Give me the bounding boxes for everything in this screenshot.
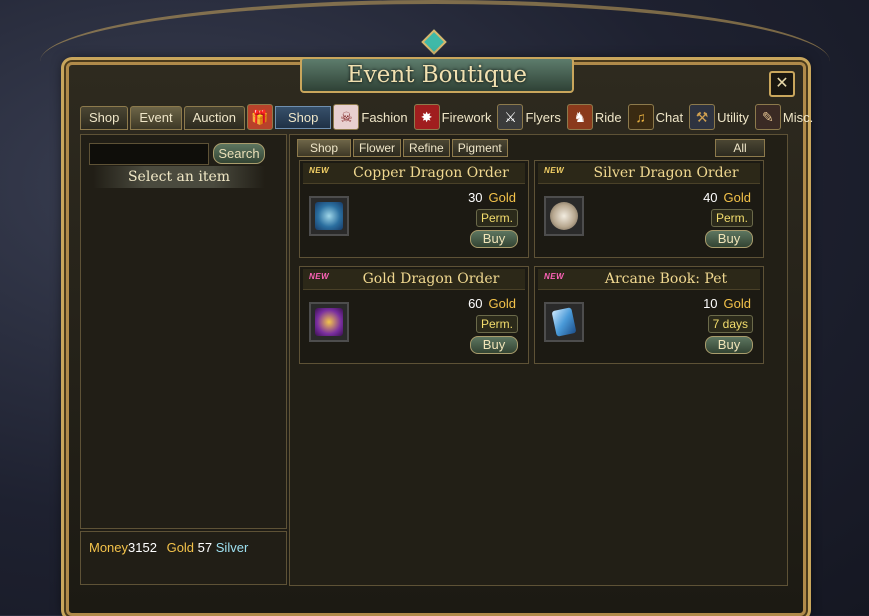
duration-badge: 7 days (707, 315, 753, 333)
new-badge: NEW (309, 166, 330, 175)
item-panel: Shop Flower Refine Pigment All NEW Coppe… (289, 134, 788, 586)
item-price: 40 Gold (703, 190, 751, 205)
item-card-arcane-book-pet: NEW Arcane Book: Pet 10 Gold 7 days Buy (534, 266, 764, 364)
category-tab-fashion[interactable]: ☠ Fashion (333, 104, 411, 130)
duration-badge: Perm. (475, 315, 518, 333)
horn-icon: ♫ (627, 104, 654, 130)
close-button[interactable]: ✕ (769, 71, 795, 97)
tab-shop[interactable]: Shop (80, 106, 129, 130)
money-prefix: Money (89, 540, 129, 555)
sword-flyer-icon: ⚔ (497, 104, 524, 130)
price-currency: Gold (723, 296, 751, 311)
item-name: Silver Dragon Order (593, 165, 739, 181)
price-amount: 60 (468, 296, 483, 311)
new-badge: NEW (544, 166, 565, 175)
filter-all-button[interactable]: All (715, 139, 765, 157)
price-currency: Gold (488, 296, 516, 311)
search-button[interactable]: Search (213, 143, 265, 164)
category-tab-label: Utility (717, 109, 749, 125)
buy-button[interactable]: Buy (705, 336, 753, 354)
category-tab-label: Ride (594, 109, 622, 125)
tools-icon: ⚒ (689, 104, 716, 130)
item-card-header: NEW Arcane Book: Pet (538, 269, 760, 290)
search-input[interactable] (89, 143, 209, 165)
category-tab-label: Fashion (361, 109, 408, 125)
buy-button[interactable]: Buy (705, 230, 753, 248)
duration-badge: Perm. (475, 209, 518, 227)
category-tab-misc[interactable]: ✎ Misc. (754, 104, 817, 130)
silver-amount: 57 (197, 540, 213, 555)
silver-label: Silver (215, 540, 249, 555)
sub-tab-bar: Shop Flower Refine Pigment (297, 139, 508, 157)
duration-badge: Perm. (710, 209, 753, 227)
money-panel: Money3152 Gold 57 Silver (80, 531, 287, 585)
gold-label: Gold (166, 540, 195, 555)
category-tab-label: Flyers (525, 109, 561, 125)
category-tab-utility[interactable]: ⚒ Utility (689, 104, 753, 130)
item-name: Copper Dragon Order (353, 165, 509, 181)
skull-costume-icon: ☠ (333, 104, 360, 130)
category-tab-chat[interactable]: ♫ Chat (627, 104, 687, 130)
price-amount: 30 (468, 190, 483, 205)
tab-auction[interactable]: Auction (183, 106, 245, 130)
price-amount: 40 (703, 190, 718, 205)
horse-icon: ♞ (566, 104, 593, 130)
new-badge: NEW (309, 272, 330, 281)
tab-bar: Shop Event Auction 🎁 Shop ☠ Fashion ✸ Fi… (80, 104, 817, 130)
category-tab-shop[interactable]: 🎁 Shop (247, 104, 332, 130)
money-display: Money3152 Gold 57 Silver (89, 540, 248, 555)
item-card-header: NEW Gold Dragon Order (303, 269, 525, 290)
item-card-copper-dragon-order: NEW Copper Dragon Order 30 Gold Perm. Buy (299, 160, 529, 258)
select-item-label: Select an item (93, 166, 265, 188)
subtab-shop[interactable]: Shop (297, 139, 352, 157)
category-tab-flyers[interactable]: ⚔ Flyers (497, 104, 564, 130)
category-tab-label: Misc. (782, 109, 814, 125)
item-name: Arcane Book: Pet (604, 271, 728, 287)
copper-dragon-icon[interactable] (309, 196, 349, 236)
subtab-flower[interactable]: Flower (353, 139, 402, 157)
gold-amount: 3152 (128, 540, 157, 555)
category-tab-ride[interactable]: ♞ Ride (566, 104, 626, 130)
book-icon[interactable] (544, 302, 584, 342)
category-tab-label: Shop (275, 105, 332, 129)
scroll-icon: ✎ (754, 104, 781, 130)
subtab-pigment[interactable]: Pigment (451, 139, 508, 157)
category-tab-label: Firework (441, 109, 492, 125)
price-currency: Gold (723, 190, 751, 205)
price-amount: 10 (703, 296, 718, 311)
buy-button[interactable]: Buy (470, 230, 518, 248)
category-tab-label: Chat (655, 109, 684, 125)
item-card-gold-dragon-order: NEW Gold Dragon Order 60 Gold Perm. Buy (299, 266, 529, 364)
firework-icon: ✸ (413, 104, 440, 130)
category-tab-firework[interactable]: ✸ Firework (413, 104, 496, 130)
item-card-silver-dragon-order: NEW Silver Dragon Order 40 Gold Perm. Buy (534, 160, 764, 258)
item-card-header: NEW Copper Dragon Order (303, 163, 525, 184)
item-name: Gold Dragon Order (362, 271, 500, 287)
gold-dragon-icon[interactable] (309, 302, 349, 342)
window-title: Event Boutique (346, 62, 528, 88)
item-price: 60 Gold (468, 296, 516, 311)
item-card-header: NEW Silver Dragon Order (538, 163, 760, 184)
subtab-refine[interactable]: Refine (403, 139, 450, 157)
price-currency: Gold (488, 190, 516, 205)
tab-event[interactable]: Event (130, 106, 182, 130)
search-panel: Search Select an item (80, 134, 287, 529)
silver-dragon-icon[interactable] (544, 196, 584, 236)
item-price: 10 Gold (703, 296, 751, 311)
gift-icon: 🎁 (247, 104, 273, 130)
window-title-banner: Event Boutique (300, 57, 574, 93)
item-price: 30 Gold (468, 190, 516, 205)
buy-button[interactable]: Buy (470, 336, 518, 354)
new-badge: NEW (544, 272, 565, 281)
